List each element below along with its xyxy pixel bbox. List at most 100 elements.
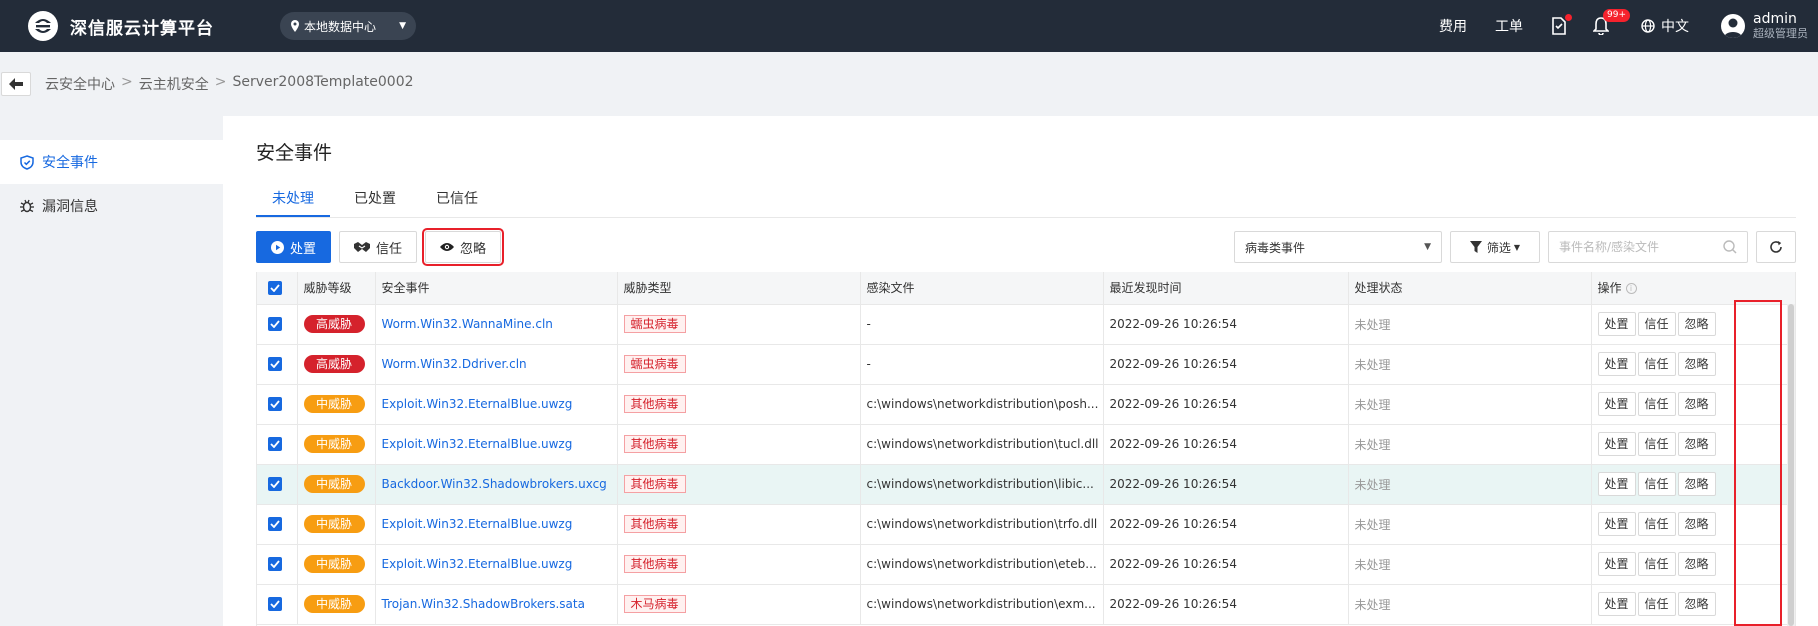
row-checkbox[interactable] bbox=[268, 557, 282, 572]
datacenter-select[interactable]: 本地数据中心 ▼ bbox=[280, 12, 416, 40]
search-icon[interactable] bbox=[1723, 240, 1737, 254]
billing-link[interactable]: 费用 bbox=[1439, 16, 1467, 36]
back-button[interactable] bbox=[1, 72, 31, 96]
handle-button[interactable]: 处置 bbox=[256, 231, 332, 263]
threat-level-badge: 中威胁 bbox=[303, 555, 365, 573]
event-link[interactable]: Worm.Win32.Ddriver.cln bbox=[382, 357, 527, 371]
ignore-button[interactable]: 忽略 bbox=[422, 228, 505, 266]
threat-level-badge: 中威胁 bbox=[303, 435, 365, 453]
table-scrollbar[interactable] bbox=[1787, 304, 1795, 626]
event-link[interactable]: Exploit.Win32.EternalBlue.uwzg bbox=[382, 557, 573, 571]
tab-handled[interactable]: 已处置 bbox=[338, 184, 412, 217]
row-handle-button[interactable]: 处置 bbox=[1597, 312, 1636, 336]
row-ignore-button[interactable]: 忽略 bbox=[1677, 432, 1716, 456]
row-handle-button[interactable]: 处置 bbox=[1597, 392, 1636, 416]
row-handle-button[interactable]: 处置 bbox=[1597, 472, 1636, 496]
notification-button[interactable]: 99+ bbox=[1592, 9, 1630, 36]
avatar bbox=[1721, 14, 1745, 38]
refresh-button[interactable] bbox=[1756, 231, 1796, 263]
row-trust-button[interactable]: 信任 bbox=[1637, 312, 1676, 336]
table-row: 中威胁 Trojan.Win32.ShadowBrokers.sata 木马病毒… bbox=[257, 584, 1795, 625]
row-checkbox[interactable] bbox=[268, 397, 282, 412]
document-icon bbox=[1552, 17, 1566, 35]
row-checkbox[interactable] bbox=[268, 597, 282, 612]
actions-cell: 处置 信任 忽略 bbox=[1591, 464, 1795, 505]
last-seen-cell: 2022-09-26 10:26:54 bbox=[1103, 384, 1349, 425]
row-checkbox[interactable] bbox=[268, 477, 282, 492]
event-link[interactable]: Exploit.Win32.EternalBlue.uwzg bbox=[382, 397, 573, 411]
threat-level-cell: 中威胁 bbox=[297, 584, 376, 625]
threat-level-cell: 中威胁 bbox=[297, 544, 376, 585]
event-type-select[interactable]: 病毒类事件 ▼ bbox=[1234, 231, 1442, 263]
row-select-cell bbox=[257, 384, 298, 425]
last-seen-cell: 2022-09-26 10:26:54 bbox=[1103, 544, 1349, 585]
row-checkbox[interactable] bbox=[268, 517, 282, 532]
sidebar-item-security-events[interactable]: 安全事件 bbox=[0, 140, 223, 184]
actions-cell: 处置 信任 忽略 bbox=[1591, 424, 1795, 465]
toolbar: 处置 信任 忽略 病毒类事件 ▼ 筛选 ▼ bbox=[256, 228, 1796, 266]
check-icon bbox=[270, 320, 280, 329]
row-trust-button[interactable]: 信任 bbox=[1637, 392, 1676, 416]
tab-trusted[interactable]: 已信任 bbox=[420, 184, 494, 217]
sidebar-item-vulnerabilities[interactable]: 漏洞信息 bbox=[0, 184, 223, 228]
row-trust-button[interactable]: 信任 bbox=[1637, 352, 1676, 376]
brand-logo-icon bbox=[28, 11, 58, 41]
row-handle-button[interactable]: 处置 bbox=[1597, 592, 1636, 616]
row-trust-button[interactable]: 信任 bbox=[1637, 592, 1676, 616]
scrollbar-thumb[interactable] bbox=[1788, 304, 1794, 626]
row-trust-button[interactable]: 信任 bbox=[1637, 432, 1676, 456]
actions-cell: 处置 信任 忽略 bbox=[1591, 544, 1795, 585]
row-handle-button[interactable]: 处置 bbox=[1597, 352, 1636, 376]
top-bar: 深信服云计算平台 本地数据中心 ▼ 费用 工单 99+ 中文 admin 超级管… bbox=[0, 0, 1818, 52]
row-checkbox[interactable] bbox=[268, 357, 282, 372]
column-header: 操作 bbox=[1597, 281, 1622, 296]
column-header: 威胁等级 bbox=[297, 272, 376, 305]
event-link[interactable]: Backdoor.Win32.Shadowbrokers.uxcg bbox=[382, 477, 607, 491]
events-table: 威胁等级 安全事件 威胁类型 感染文件 最近发现时间 处理状态 操作 i 高威胁 … bbox=[256, 272, 1796, 626]
row-trust-button[interactable]: 信任 bbox=[1637, 472, 1676, 496]
document-alert-button[interactable] bbox=[1551, 14, 1572, 35]
row-ignore-button[interactable]: 忽略 bbox=[1677, 552, 1716, 576]
language-switch[interactable]: 中文 bbox=[1641, 16, 1689, 36]
status-cell: 未处理 bbox=[1348, 304, 1592, 345]
row-ignore-button[interactable]: 忽略 bbox=[1677, 392, 1716, 416]
event-link[interactable]: Exploit.Win32.EternalBlue.uwzg bbox=[382, 517, 573, 531]
row-ignore-button[interactable]: 忽略 bbox=[1677, 472, 1716, 496]
event-link[interactable]: Worm.Win32.WannaMine.cln bbox=[382, 317, 553, 331]
search-box[interactable] bbox=[1548, 231, 1748, 263]
row-ignore-button[interactable]: 忽略 bbox=[1677, 512, 1716, 536]
row-handle-button[interactable]: 处置 bbox=[1597, 512, 1636, 536]
row-trust-button[interactable]: 信任 bbox=[1637, 552, 1676, 576]
row-checkbox[interactable] bbox=[268, 317, 282, 332]
infected-file-cell: - bbox=[860, 304, 1104, 345]
user-menu[interactable]: admin 超级管理员 bbox=[1721, 11, 1808, 41]
sidebar: 安全事件 漏洞信息 bbox=[0, 116, 223, 626]
breadcrumb-item[interactable]: 云主机安全 bbox=[139, 74, 209, 94]
row-ignore-button[interactable]: 忽略 bbox=[1677, 352, 1716, 376]
search-input[interactable] bbox=[1559, 240, 1719, 254]
filter-button-label: 筛选 bbox=[1486, 240, 1511, 255]
select-all-checkbox[interactable] bbox=[268, 281, 282, 295]
trust-button[interactable]: 信任 bbox=[339, 231, 418, 263]
threat-type-tag: 其他病毒 bbox=[623, 515, 686, 533]
row-checkbox[interactable] bbox=[268, 437, 282, 452]
row-handle-button[interactable]: 处置 bbox=[1597, 552, 1636, 576]
tab-unhandled[interactable]: 未处理 bbox=[256, 184, 330, 217]
actions-cell: 处置 信任 忽略 bbox=[1591, 384, 1795, 425]
info-icon[interactable]: i bbox=[1625, 283, 1637, 295]
refresh-icon bbox=[1770, 241, 1782, 253]
event-cell: Exploit.Win32.EternalBlue.uwzg bbox=[375, 384, 618, 425]
row-handle-button[interactable]: 处置 bbox=[1597, 432, 1636, 456]
breadcrumb-item[interactable]: 云安全中心 bbox=[45, 74, 115, 94]
row-trust-button[interactable]: 信任 bbox=[1637, 512, 1676, 536]
ticket-link[interactable]: 工单 bbox=[1495, 16, 1523, 36]
event-link[interactable]: Trojan.Win32.ShadowBrokers.sata bbox=[382, 597, 585, 611]
check-icon bbox=[270, 360, 280, 369]
brand[interactable]: 深信服云计算平台 bbox=[26, 9, 280, 43]
row-ignore-button[interactable]: 忽略 bbox=[1677, 312, 1716, 336]
event-link[interactable]: Exploit.Win32.EternalBlue.uwzg bbox=[382, 437, 573, 451]
filter-button[interactable]: 筛选 ▼ bbox=[1450, 231, 1540, 263]
user-role: 超级管理员 bbox=[1753, 27, 1808, 40]
breadcrumb-separator: > bbox=[121, 74, 133, 90]
row-ignore-button[interactable]: 忽略 bbox=[1677, 592, 1716, 616]
